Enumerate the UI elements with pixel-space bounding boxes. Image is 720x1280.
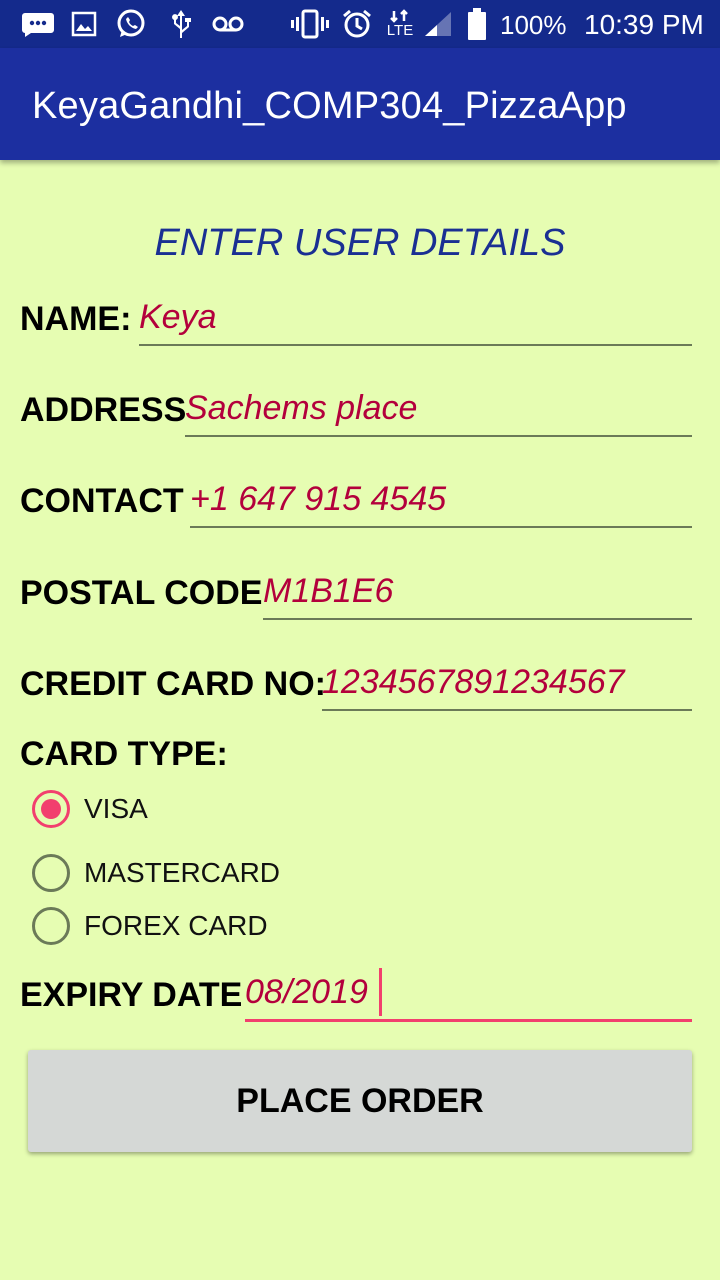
address-label: ADDRESS (20, 391, 187, 429)
credit-card-label: CREDIT CARD NO: (20, 665, 326, 703)
contact-label: CONTACT (20, 482, 184, 520)
status-bar: LTE 100% 10:39 PM (0, 0, 720, 48)
lte-indicator: LTE (384, 8, 416, 40)
radio-button[interactable] (32, 907, 70, 945)
radio-button[interactable] (32, 790, 70, 828)
alarm-icon (340, 8, 374, 40)
vibrate-icon (290, 8, 330, 40)
radio-forex-card[interactable]: FOREX CARD (32, 906, 268, 946)
expiry-date-input[interactable] (245, 966, 692, 1022)
postal-code-input[interactable] (263, 564, 692, 620)
chat-icon (20, 8, 56, 40)
name-input[interactable] (139, 290, 692, 346)
battery-percent: 100% (500, 10, 567, 40)
radio-forex-card-label: FOREX CARD (84, 910, 268, 941)
radio-visa-label: VISA (84, 793, 148, 824)
radio-mastercard[interactable]: MASTERCARD (32, 853, 280, 893)
contact-input[interactable] (190, 472, 692, 528)
battery-icon (466, 8, 488, 40)
radio-button[interactable] (32, 854, 70, 892)
app-bar: KeyaGandhi_COMP304_PizzaApp (0, 48, 720, 160)
place-order-button[interactable]: PLACE ORDER (28, 1050, 692, 1152)
clock: 10:39 PM (584, 9, 704, 40)
network-type: LTE (386, 22, 414, 39)
radio-visa[interactable]: VISA (32, 789, 148, 829)
form-heading: ENTER USER DETAILS (154, 222, 566, 264)
radio-mastercard-label: MASTERCARD (84, 857, 281, 888)
voicemail-icon (210, 8, 246, 40)
credit-card-input[interactable] (322, 655, 692, 711)
whatsapp-icon (114, 8, 148, 40)
postal-code-label: POSTAL CODE (20, 574, 263, 612)
image-icon (70, 8, 98, 40)
address-input[interactable] (185, 381, 692, 437)
name-label: NAME: (20, 300, 132, 338)
app-title: KeyaGandhi_COMP304_PizzaApp (32, 85, 627, 127)
signal-icon (422, 8, 454, 40)
usb-icon (168, 8, 194, 40)
text-caret (379, 968, 382, 1016)
expiry-date-label: EXPIRY DATE (20, 976, 243, 1014)
card-type-label: CARD TYPE: (20, 735, 228, 773)
